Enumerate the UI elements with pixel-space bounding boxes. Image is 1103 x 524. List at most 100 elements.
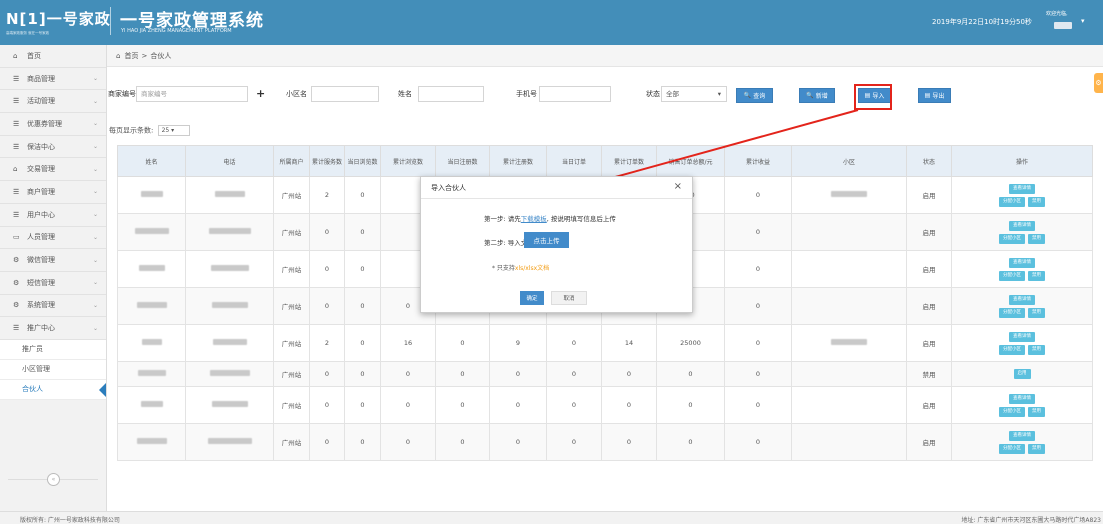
disable-button[interactable]: 禁用	[1028, 344, 1045, 355]
redacted-phone	[210, 265, 249, 271]
disable-button[interactable]: 禁用	[1028, 443, 1045, 454]
sidebar-item-trade[interactable]: ⌂ 交易管理 ⌄	[0, 158, 106, 182]
row-actions: 查看详情分配小区 禁用	[952, 257, 1092, 281]
cogs-icon: ⚙	[13, 301, 20, 310]
column-header: 累计注册数	[489, 145, 547, 177]
sidebar-item-staff[interactable]: ▭ 人员管理 ⌄	[0, 227, 106, 250]
view-detail-button[interactable]: 查看详情	[1009, 257, 1035, 268]
sidebar-item-label: 商品管理	[27, 74, 55, 83]
sidebar-item-home[interactable]: ⌂ 首页	[0, 45, 106, 68]
table-cell: 0	[601, 386, 657, 424]
community-input[interactable]	[311, 86, 379, 102]
view-detail-button[interactable]: 查看详情	[1009, 294, 1035, 305]
status-select[interactable]: 全部 ▾	[661, 86, 727, 102]
sidebar-item-user-center[interactable]: ☰ 用户中心 ⌄	[0, 204, 106, 227]
sidebar-item-activity[interactable]: ☰ 活动管理 ⌄	[0, 90, 106, 114]
table-cell: 0	[344, 361, 381, 387]
sidebar-item-cleaning[interactable]: ☰ 保洁中心 ⌄	[0, 136, 106, 159]
redacted-name	[140, 401, 163, 407]
sidebar-item-merchant[interactable]: ☰ 商户管理 ⌄	[0, 181, 106, 204]
assign-community-button[interactable]: 分配小区	[999, 443, 1025, 454]
sidebar-item-wechat[interactable]: ⚙ 微信管理 ⌄	[0, 249, 106, 272]
add-button[interactable]: 🔍 新增	[799, 88, 835, 103]
table-cell: 0	[309, 361, 345, 387]
name-input[interactable]	[418, 86, 484, 102]
top-bar: N[1]一号家政 高端家政服务 就在一号家政 一号家政管理系统 YI HAO J…	[0, 0, 1103, 45]
plus-icon[interactable]: +	[256, 87, 265, 100]
table-cell: 广州站	[273, 324, 310, 362]
disable-button[interactable]: 禁用	[1028, 233, 1045, 244]
disable-button[interactable]: 禁用	[1028, 196, 1045, 207]
sidebar-subitem-community[interactable]: 小区管理	[0, 359, 106, 380]
column-header: 累计订单数	[601, 145, 657, 177]
list-icon: ☰	[13, 142, 20, 151]
view-detail-button[interactable]: 查看详情	[1009, 393, 1035, 404]
redacted-phone	[209, 370, 250, 376]
sidebar-subitem-partner[interactable]: 合伙人	[0, 379, 106, 400]
sidebar-subitem-promoter[interactable]: 推广员	[0, 339, 106, 360]
sidebar-item-coupon[interactable]: ☰ 优惠券管理 ⌄	[0, 113, 106, 136]
table-cell: 0	[435, 361, 490, 387]
system-subtitle: YI HAO JIA ZHENG MANAGEMENT PLATFORM	[121, 28, 232, 34]
table-cell	[791, 423, 907, 461]
search-button-label: 查询	[753, 93, 766, 100]
view-detail-button[interactable]: 查看详情	[1009, 183, 1035, 194]
sidebar-item-promotion[interactable]: ☰ 推广中心 ⌄	[0, 317, 106, 340]
assign-community-button[interactable]: 分配小区	[999, 344, 1025, 355]
active-indicator	[99, 382, 106, 397]
breadcrumb-current: 合伙人	[150, 51, 172, 60]
user-menu[interactable]: 欢迎光临, ▾	[1046, 10, 1088, 34]
view-detail-button[interactable]: 查看详情	[1009, 220, 1035, 231]
assign-community-button[interactable]: 分配小区	[999, 233, 1025, 244]
confirm-button[interactable]: 确定	[520, 291, 544, 305]
chevron-down-icon: ⌄	[92, 324, 98, 332]
table-cell	[117, 213, 186, 251]
upload-button[interactable]: 点击上传	[524, 232, 569, 248]
cancel-button[interactable]: 取消	[551, 291, 587, 305]
view-detail-button[interactable]: 查看详情	[1009, 331, 1035, 342]
assign-community-button[interactable]: 分配小区	[999, 406, 1025, 417]
phone-input[interactable]	[539, 86, 611, 102]
column-header: 所属商户	[273, 145, 310, 177]
disable-button[interactable]: 禁用	[1028, 406, 1045, 417]
collapse-sidebar-button[interactable]: «	[47, 473, 60, 486]
file-type-note: * 只支持xls/xlsx文档	[492, 263, 549, 272]
page-size-select[interactable]: 25 ▾	[157, 125, 190, 136]
assign-community-button[interactable]: 分配小区	[999, 307, 1025, 318]
redacted-name	[134, 228, 169, 234]
disable-button[interactable]: 禁用	[1028, 270, 1045, 281]
table-cell: 0	[489, 423, 547, 461]
assign-community-button[interactable]: 分配小区	[999, 270, 1025, 281]
table-cell: 0	[309, 386, 345, 424]
sidebar-item-goods[interactable]: ☰ 商品管理 ⌄	[0, 68, 106, 91]
row-actions: 查看详情分配小区 禁用	[952, 220, 1092, 244]
table-cell: 启用	[906, 213, 952, 251]
search-button[interactable]: 🔍 查询	[736, 88, 773, 103]
sidebar-item-label: 人员管理	[27, 233, 55, 242]
table-cell: 启用	[906, 250, 952, 288]
close-icon[interactable]: ×	[674, 181, 682, 192]
sidebar-item-system[interactable]: ⚙ 系统管理 ⌄	[0, 295, 106, 318]
column-header: 电话	[185, 145, 274, 177]
table-row: 广州站 0 0 0 0 0 0 0 0 0 禁用 启用	[117, 361, 1093, 387]
view-detail-button[interactable]: 查看详情	[1009, 430, 1035, 441]
table-cell: 0	[344, 324, 381, 362]
download-template-link[interactable]: 下载模板	[521, 215, 547, 223]
table-cell: 查看详情分配小区 禁用	[951, 250, 1093, 288]
action-group: 分配小区 禁用	[999, 307, 1045, 318]
breadcrumb-home[interactable]: 首页	[124, 51, 138, 61]
sidebar-item-sms[interactable]: ⚙ 短信管理 ⌄	[0, 272, 106, 295]
status-value: 全部	[666, 90, 679, 98]
assign-community-button[interactable]: 分配小区	[999, 196, 1025, 207]
enable-button[interactable]: 启用	[1013, 369, 1031, 379]
table-cell	[117, 361, 186, 387]
list-icon: ☰	[13, 97, 20, 106]
sidebar-item-label: 商户管理	[27, 187, 55, 196]
name-label: 姓名	[398, 90, 412, 98]
sidebar-item-label: 优惠券管理	[27, 119, 62, 128]
merchant-no-input[interactable]: 商家编号	[136, 86, 248, 102]
action-group: 分配小区 禁用	[999, 344, 1045, 355]
sidebar-item-label: 系统管理	[27, 301, 55, 310]
export-button[interactable]: ▤ 导出	[918, 88, 951, 103]
disable-button[interactable]: 禁用	[1028, 307, 1045, 318]
